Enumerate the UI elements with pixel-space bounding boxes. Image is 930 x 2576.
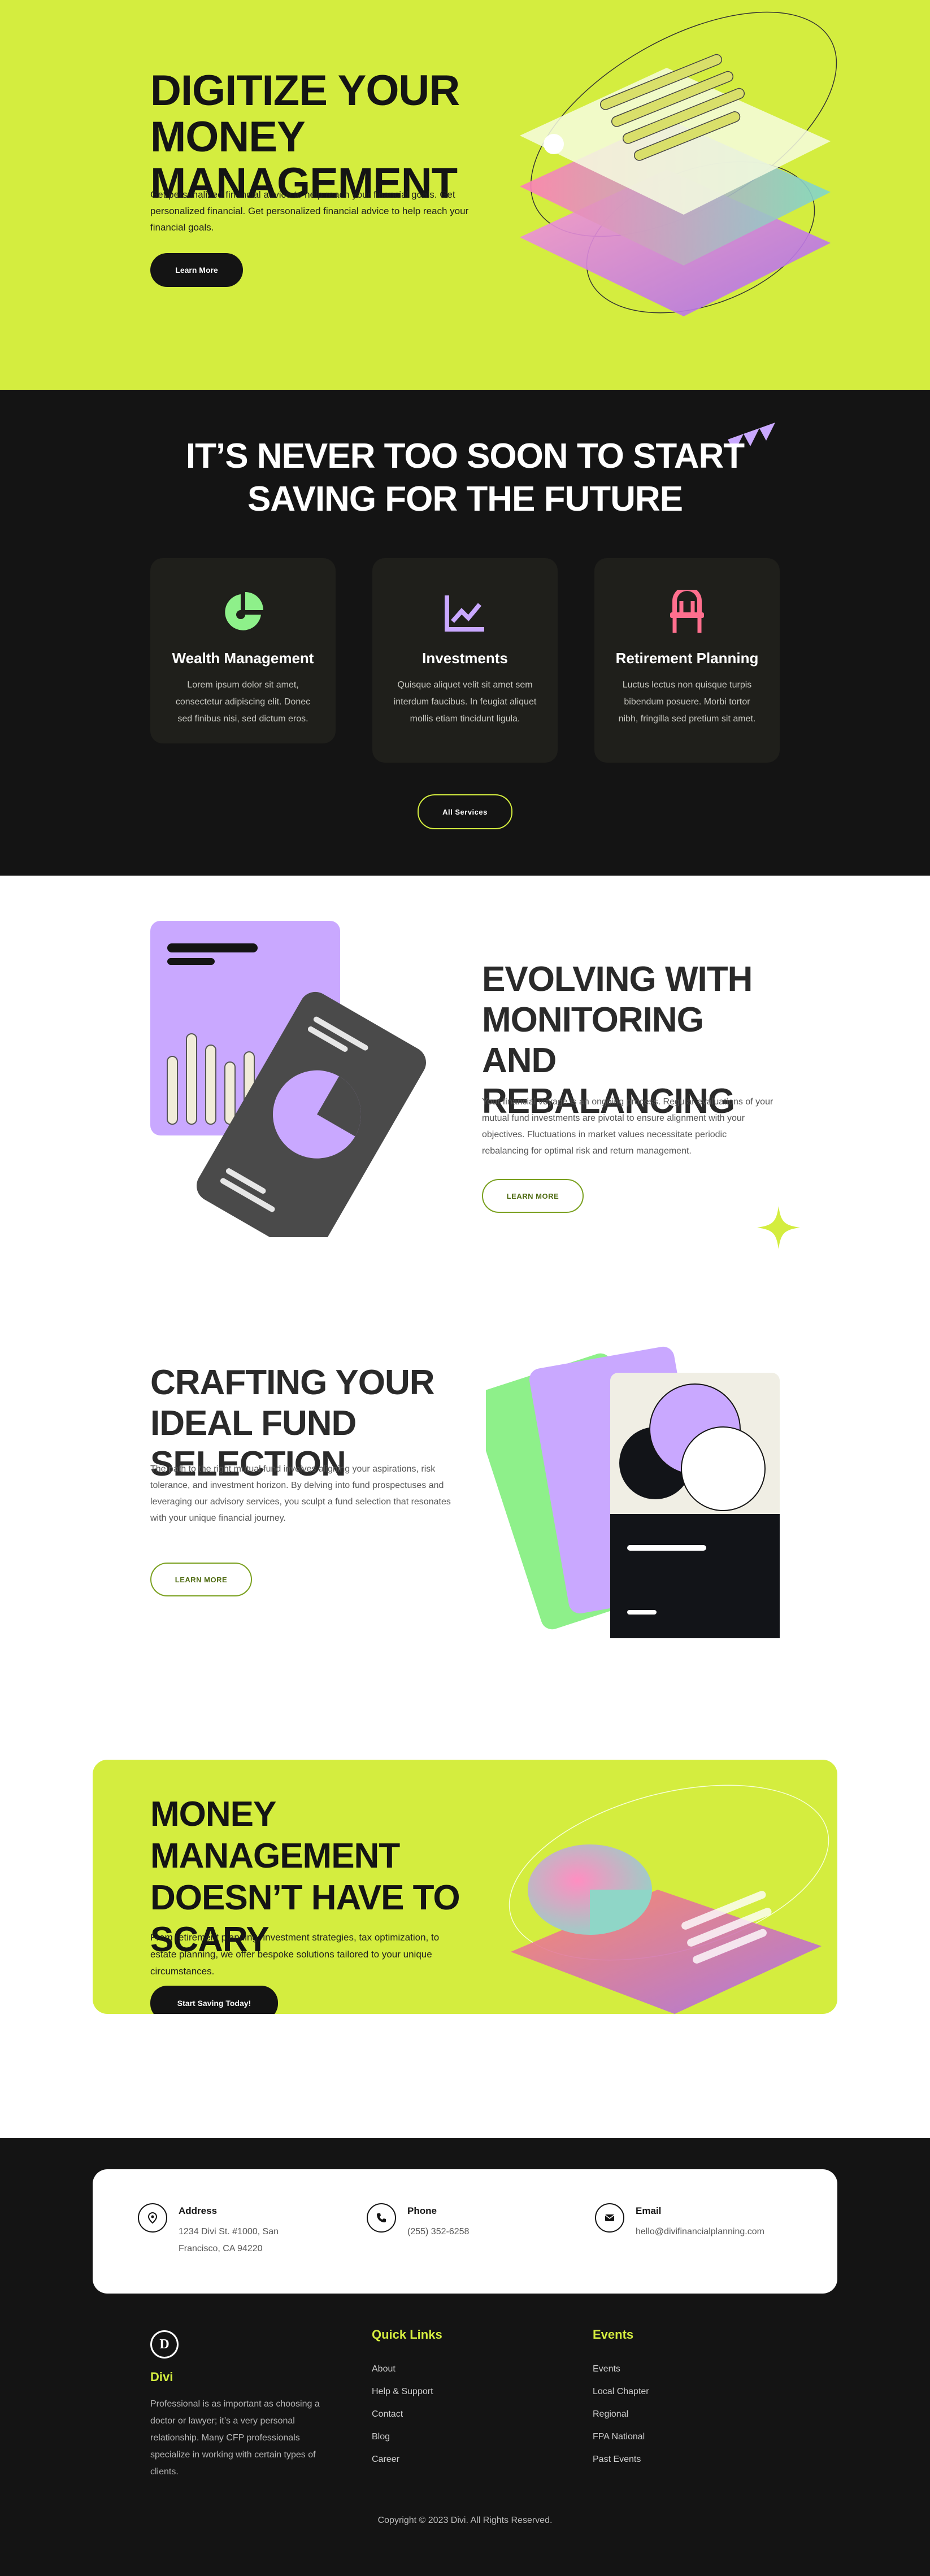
service-card-text: Lorem ipsum dolor sit amet, consectetur … <box>175 680 311 724</box>
footer-link-local-chapter[interactable]: Local Chapter <box>593 2387 649 2397</box>
contact-value[interactable]: (255) 352-6258 <box>407 2223 549 2240</box>
contact-card: Address 1234 Divi St. #1000, San Francis… <box>93 2169 837 2294</box>
map-pin-icon <box>138 2203 167 2233</box>
footer-link-about[interactable]: About <box>372 2364 396 2374</box>
footer-link-contact[interactable]: Contact <box>372 2409 403 2420</box>
services-title: IT’S NEVER TOO SOON TO START SAVING FOR … <box>185 437 745 519</box>
brand-name: Divi <box>150 2370 173 2384</box>
content-section: EVOLVING WITH MONITORING AND REBALANCING… <box>0 876 930 2138</box>
service-card-retirement-planning[interactable]: Retirement Planning Luctus lectus non qu… <box>594 558 780 763</box>
pie-chart-icon <box>225 592 263 630</box>
fund-selection-text: The path to the right mutual fund involv… <box>150 1464 451 1523</box>
service-card-wealth-management[interactable]: Wealth Management Lorem ipsum dolor sit … <box>150 558 336 743</box>
fund-selection-learn-more-button[interactable]: LEARN MORE <box>150 1563 252 1596</box>
divi-logo-icon[interactable]: D <box>150 2330 179 2359</box>
monitoring-learn-more-button[interactable]: LEARN MORE <box>482 1179 584 1213</box>
hero-section: DIGITIZE YOUR MONEY MANAGEMENT Get perso… <box>0 0 930 390</box>
monitoring-text: Your financial voyage is an ongoing proc… <box>482 1097 773 1156</box>
footer-link-career[interactable]: Career <box>372 2455 399 2465</box>
all-services-button[interactable]: All Services <box>418 794 512 829</box>
monitoring-illustration <box>150 921 427 1237</box>
chair-icon <box>670 590 704 633</box>
footer-link-help-support[interactable]: Help & Support <box>372 2387 433 2397</box>
hero-stacked-cards-illustration <box>520 11 837 316</box>
service-card-title: Wealth Management <box>172 650 314 667</box>
service-card-text: Luctus lectus non quisque turpis bibendu… <box>618 680 756 724</box>
services-section: IT’S NEVER TOO SOON TO START SAVING FOR … <box>0 390 930 876</box>
copyright: Copyright © 2023 Divi. All Rights Reserv… <box>377 2516 553 2525</box>
quick-links-title: Quick Links <box>372 2327 442 2342</box>
footer-link-past-events[interactable]: Past Events <box>593 2455 641 2465</box>
contact-label: Address <box>179 2205 218 2216</box>
service-card-investments[interactable]: Investments Quisque aliquet velit sit am… <box>372 558 558 763</box>
service-card-title: Investments <box>422 650 508 667</box>
contact-label: Email <box>636 2205 662 2216</box>
footer-link-regional[interactable]: Regional <box>593 2409 628 2420</box>
contact-value[interactable]: hello@divifinancialplanning.com <box>636 2223 816 2240</box>
contact-label: Phone <box>407 2205 437 2216</box>
hero-text: Get personalized financial advice to hel… <box>150 189 469 233</box>
start-saving-button[interactable]: Start Saving Today! <box>150 1986 278 2014</box>
logo-letter: D <box>159 2336 170 2352</box>
service-card-text: Quisque aliquet velit sit amet sem inter… <box>393 680 537 724</box>
cta-banner: MONEY MANAGEMENT DOESN’T HAVE TO SCARY F… <box>93 1760 837 2014</box>
line-chart-icon <box>445 595 484 632</box>
fund-cards-illustration <box>486 1346 780 1638</box>
footer-link-blog[interactable]: Blog <box>372 2432 390 2442</box>
footer-link-fpa-national[interactable]: FPA National <box>593 2432 645 2442</box>
mail-icon <box>595 2203 624 2233</box>
service-card-title: Retirement Planning <box>615 650 759 667</box>
cta-text: From retirement planning, investment str… <box>150 1932 440 1977</box>
cta-pie-cards-illustration <box>509 1785 829 2014</box>
learn-more-button[interactable]: Learn More <box>150 253 243 287</box>
phone-icon <box>367 2203 396 2233</box>
footer: Address 1234 Divi St. #1000, San Francis… <box>0 2138 930 2576</box>
events-title: Events <box>593 2327 634 2342</box>
footer-link-events[interactable]: Events <box>593 2364 620 2374</box>
sparkle-icon <box>757 1206 800 1249</box>
brand-description: Professional is as important as choosing… <box>150 2399 320 2477</box>
contact-value: 1234 Divi St. #1000, San Francisco, CA 9… <box>179 2227 279 2253</box>
